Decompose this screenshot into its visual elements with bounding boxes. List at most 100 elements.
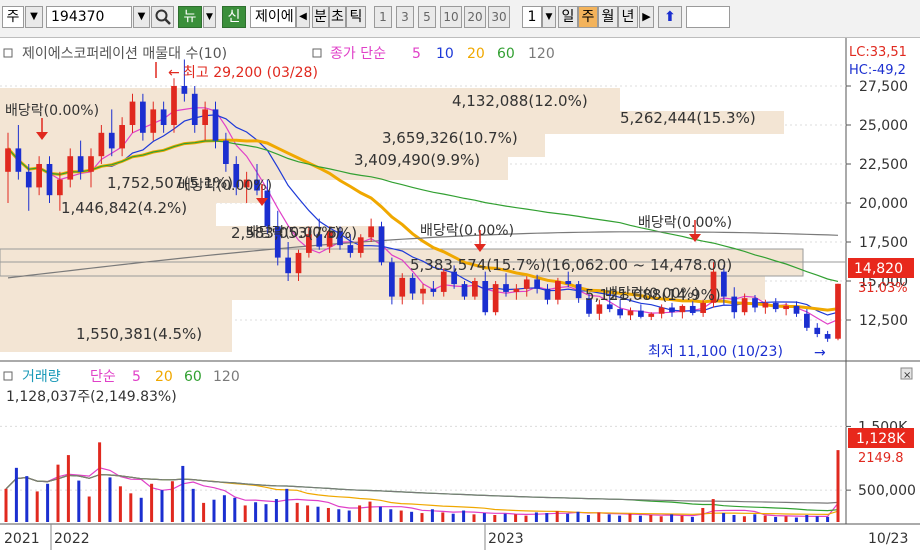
volume-bar <box>170 481 174 522</box>
current-change: 31.03% <box>858 281 908 296</box>
news-dropdown-icon[interactable]: ▼ <box>203 6 216 28</box>
code-dropdown-icon[interactable]: ▼ <box>133 6 150 28</box>
volume-bar <box>753 514 757 522</box>
triangle-right-icon[interactable]: ▶ <box>639 6 654 28</box>
volume-bar <box>545 513 549 522</box>
high-marker: 최고 29,200 (03/28) <box>183 65 318 81</box>
candle-body <box>171 86 177 125</box>
dividend-label-2: 배당락(0.00%) <box>178 178 272 194</box>
price-tick-label: 25,000 <box>859 118 908 134</box>
stock-name-field[interactable]: 제이에 <box>250 6 296 28</box>
candle-body <box>648 313 655 317</box>
extra-input[interactable] <box>686 6 730 28</box>
high-arrow-icon: ← <box>168 65 180 81</box>
current-price: 14,820 <box>854 261 903 277</box>
candle-body <box>804 313 810 328</box>
volume-bar <box>732 514 736 522</box>
volume-bar <box>306 505 310 522</box>
timeframe-year[interactable]: 년 <box>618 6 638 28</box>
candle-body <box>689 305 696 313</box>
volume-bar <box>493 514 497 522</box>
candle-body <box>347 245 354 253</box>
timeframe-week[interactable]: 주 <box>578 6 598 28</box>
interval-20[interactable]: 20 <box>464 6 486 28</box>
candle-body <box>57 179 63 196</box>
interval-5[interactable]: 5 <box>418 6 436 28</box>
volume-bar <box>784 516 788 522</box>
volume-profile-label: 1,550,381(4.5%) <box>76 325 202 343</box>
ma120-legend: 120 <box>528 46 555 62</box>
candle-body <box>544 288 551 300</box>
search-icon[interactable] <box>151 6 174 28</box>
volume-profile-label: 3,659,326(10.7%) <box>382 129 518 147</box>
count-input[interactable]: 1 <box>522 6 542 28</box>
volume-profile-label: 4,132,088(12.0%) <box>452 92 588 110</box>
volume-bar <box>285 488 289 522</box>
volume-bar <box>181 465 185 522</box>
new-button[interactable]: 신 <box>222 6 246 28</box>
candle-body <box>679 305 686 313</box>
hc-label: HC:-49,2 <box>849 63 906 78</box>
price-tick-label: 22,500 <box>859 157 908 173</box>
close-icon-glyph: × <box>903 370 911 381</box>
volume-bar <box>274 499 278 522</box>
tick-button[interactable]: 틱 <box>346 6 366 28</box>
volume-bar <box>264 504 268 522</box>
volume-bar <box>680 515 684 522</box>
volume-bar <box>690 516 694 522</box>
interval-30[interactable]: 30 <box>488 6 510 28</box>
market-type-select[interactable]: 주 <box>2 6 24 28</box>
current-volume-change: 2149.8 <box>858 451 904 466</box>
volume-bar <box>233 497 237 522</box>
volume-bar <box>14 467 18 522</box>
candle-body <box>741 298 748 313</box>
volume-profile-label: 3,409,490(9.9%) <box>354 151 480 169</box>
volume-bar <box>524 515 528 522</box>
interval-3[interactable]: 3 <box>396 6 414 28</box>
interval-1[interactable]: 1 <box>374 6 392 28</box>
volume-bar <box>118 486 122 522</box>
candle-body <box>482 281 489 313</box>
volume-bar <box>670 514 674 522</box>
candle-body <box>596 304 603 314</box>
candle-body <box>5 148 11 172</box>
candle-body <box>67 156 74 180</box>
volume-bar <box>514 514 518 522</box>
triangle-left-icon[interactable]: ◀ <box>296 6 310 28</box>
up-arrow-icon[interactable]: ⬆ <box>658 6 682 28</box>
volume-bar <box>534 512 538 522</box>
candle-body <box>389 262 395 297</box>
volume-bar <box>462 510 466 522</box>
volume-bar <box>389 509 393 522</box>
candle-body <box>606 304 613 310</box>
price-tick-label: 20,000 <box>859 196 908 212</box>
volume-bar <box>576 511 580 522</box>
stock-chart[interactable]: 4,132,088(12.0%) 5,262,444(15.3%) 3,659,32… <box>0 38 920 550</box>
news-button[interactable]: 뉴 <box>178 6 202 28</box>
volume-bar <box>826 516 830 522</box>
chevron-down-icon[interactable]: ▼ <box>25 6 43 28</box>
timeframe-month[interactable]: 월 <box>598 6 618 28</box>
volume-bar <box>191 488 195 522</box>
candle-body <box>793 305 800 314</box>
volume-bar <box>482 513 486 522</box>
count-dropdown-icon[interactable]: ▼ <box>542 6 556 28</box>
volume-bar <box>722 513 726 522</box>
price-legend-title: 제이에스코퍼레이션 매물대 수(10) <box>22 46 227 62</box>
candle-body <box>150 109 157 133</box>
second-button[interactable]: 초 <box>329 6 346 28</box>
candle-body <box>731 296 738 313</box>
volume-bar <box>701 507 705 522</box>
volume-ma60-legend: 60 <box>184 369 202 385</box>
minute-button[interactable]: 분 <box>312 6 329 28</box>
volume-bar <box>597 512 601 522</box>
volume-bar <box>347 510 351 522</box>
timeframe-day[interactable]: 일 <box>558 6 578 28</box>
candle-body <box>191 93 198 125</box>
stock-code-input[interactable]: 194370 <box>46 6 132 28</box>
volume-bar <box>66 455 70 522</box>
candle-body <box>264 190 271 227</box>
candle-body <box>762 302 769 308</box>
volume-bar <box>77 480 81 522</box>
interval-10[interactable]: 10 <box>440 6 462 28</box>
